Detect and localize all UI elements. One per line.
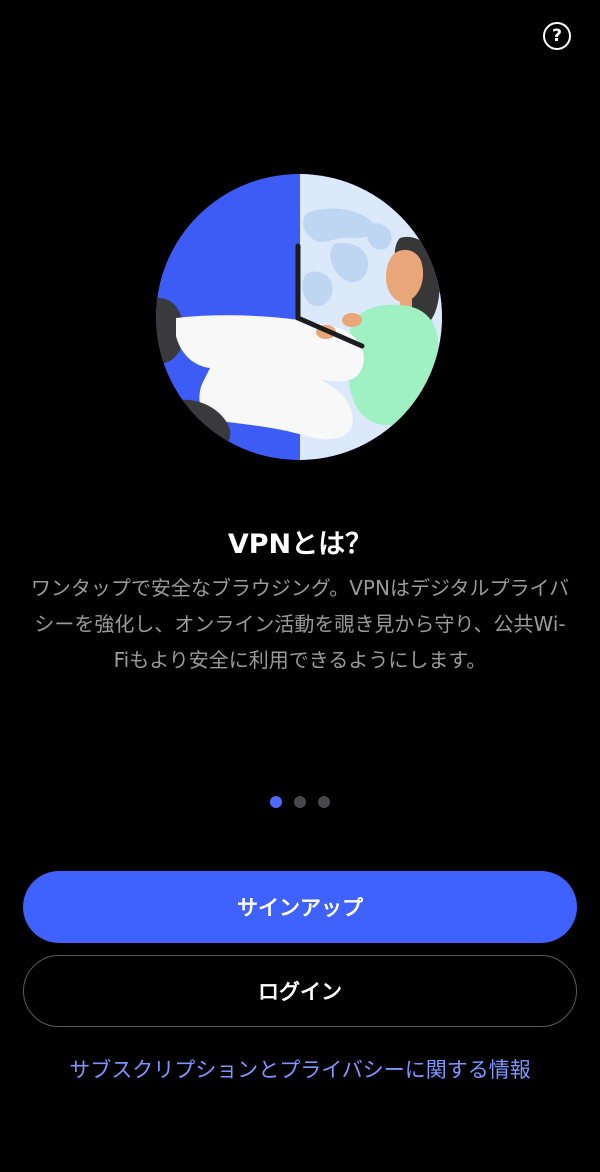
login-button[interactable]: ログイン [23,955,577,1027]
page-indicator-dot [294,796,306,808]
page-indicator [0,796,600,808]
help-button[interactable]: ? [543,22,571,50]
subscription-privacy-link[interactable]: サブスクリプションとプライバシーに関する情報 [40,1054,560,1087]
page-indicator-dot [318,796,330,808]
question-mark-icon: ? [552,25,562,46]
vpn-illustration [156,174,442,460]
page-indicator-dot-active [270,796,282,808]
signup-button[interactable]: サインアップ [23,871,577,943]
onboarding-description: ワンタップで安全なブラウジング。VPNはデジタルプライバシーを強化し、オンライン… [30,576,570,672]
onboarding-title: VPNとは？ [227,529,373,560]
signup-button-label: サインアップ [237,896,363,920]
login-button-label: ログイン [258,980,342,1004]
